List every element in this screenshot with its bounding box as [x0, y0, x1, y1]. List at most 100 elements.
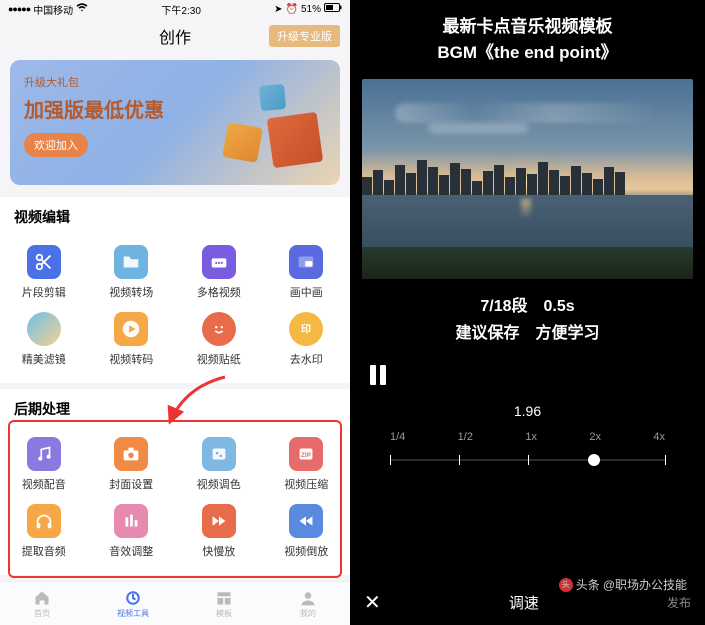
grid-item-ff[interactable]: 快慢放: [175, 498, 263, 565]
zip-icon: ZIP: [289, 437, 323, 471]
carrier: 中国移动: [33, 2, 73, 17]
grid-item-camera[interactable]: 封面设置: [88, 431, 176, 498]
ff-icon: [202, 504, 236, 538]
signal-icon: ●●●●●: [8, 4, 30, 14]
item-label: 画中画: [290, 284, 323, 300]
avatar-icon: 头: [559, 578, 573, 592]
grid-item-palette[interactable]: 视频调色: [175, 431, 263, 498]
folder-icon: [114, 245, 148, 279]
header: 创作 升级专业版: [0, 18, 350, 54]
publish-button[interactable]: 发布: [667, 594, 691, 611]
item-label: 音效调整: [109, 543, 153, 559]
alarm-icon: ⏰: [286, 4, 298, 15]
battery-text: 51%: [301, 4, 321, 15]
speed-ticks: 1/4 1/2 1x 2x 4x: [370, 431, 685, 443]
grid-item-play[interactable]: 视频转码: [88, 306, 176, 373]
tick-label: 1x: [525, 431, 537, 443]
gift-illustration: [220, 85, 320, 165]
item-label: 精美滤镜: [22, 351, 66, 367]
palette-icon: [202, 437, 236, 471]
item-label: 视频转场: [109, 284, 153, 300]
grid-item-folder[interactable]: 视频转场: [88, 239, 176, 306]
video-preview[interactable]: [362, 79, 693, 279]
location-icon: ➤: [274, 4, 282, 15]
tick-label: 2x: [589, 431, 601, 443]
speed-value: 1.96: [370, 403, 685, 419]
home-icon: [33, 589, 51, 607]
print-icon: 印: [289, 312, 323, 346]
grid-item-headphone[interactable]: 提取音频: [0, 498, 88, 565]
item-label: 视频转码: [109, 351, 153, 367]
item-label: 视频倒放: [284, 543, 328, 559]
grid-item-music[interactable]: 视频配音: [0, 431, 88, 498]
rewind-icon: [289, 504, 323, 538]
tab-tpl[interactable]: 模板: [215, 589, 233, 619]
eq-icon: [114, 504, 148, 538]
item-label: 去水印: [290, 351, 323, 367]
grid-item-rewind[interactable]: 视频倒放: [263, 498, 351, 565]
segment-info: 7/18段 0.5s 建议保存 方便学习: [350, 293, 705, 347]
upgrade-button[interactable]: 升级专业版: [269, 25, 340, 47]
svg-text:印: 印: [301, 324, 311, 336]
promo-join-button[interactable]: 欢迎加入: [24, 133, 88, 157]
item-label: 封面设置: [109, 476, 153, 492]
grid-item-smile[interactable]: 视频贴纸: [175, 306, 263, 373]
smile-icon: [202, 312, 236, 346]
wifi-icon: [76, 3, 88, 15]
speed-label: 调速: [509, 592, 539, 613]
item-label: 提取音频: [22, 543, 66, 559]
dots-icon: [202, 245, 236, 279]
item-label: 片段剪辑: [22, 284, 66, 300]
play-icon: [114, 312, 148, 346]
camera-icon: [114, 437, 148, 471]
pip-icon: [289, 245, 323, 279]
item-label: 视频压缩: [284, 476, 328, 492]
item-label: 视频配音: [22, 476, 66, 492]
right-panel: 最新卡点音乐视频模板 BGM《the end point》 7/18段 0.5s…: [350, 0, 705, 625]
page-title: 创作: [159, 24, 191, 48]
status-bar: ●●●●● 中国移动 下午2:30 ➤ ⏰ 51%: [0, 0, 350, 18]
tab-bar: 首页 视频工具 模板 我的: [0, 581, 350, 625]
item-label: 视频调色: [197, 476, 241, 492]
grid-item-print[interactable]: 印去水印: [263, 306, 351, 373]
tick-label: 1/2: [458, 431, 473, 443]
item-label: 视频贴纸: [197, 351, 241, 367]
me-icon: [299, 589, 317, 607]
section-title-edit: 视频编辑: [0, 197, 350, 235]
template-title: 最新卡点音乐视频模板 BGM《the end point》: [350, 0, 705, 69]
grid-item-eq[interactable]: 音效调整: [88, 498, 176, 565]
tab-tool[interactable]: 视频工具: [117, 589, 149, 619]
edit-grid: 片段剪辑 视频转场 多格视频 画中画精美滤镜 视频转码 视频贴纸 印去水印: [0, 235, 350, 383]
section-title-post: 后期处理: [0, 389, 350, 427]
byline: 头 头条 @职场办公技能: [559, 576, 687, 593]
tick-label: 4x: [653, 431, 665, 443]
grid-item-zip[interactable]: ZIP 视频压缩: [263, 431, 351, 498]
title-line2: BGM《the end point》: [350, 40, 705, 66]
grid-item-scissors[interactable]: 片段剪辑: [0, 239, 88, 306]
circle-icon: [27, 312, 61, 346]
scissors-icon: [27, 245, 61, 279]
left-panel: ●●●●● 中国移动 下午2:30 ➤ ⏰ 51% 创作 升级专业版 升级大礼包…: [0, 0, 350, 625]
tool-icon: [124, 589, 142, 607]
tick-label: 1/4: [390, 431, 405, 443]
post-grid: 视频配音 封面设置 视频调色 ZIP 视频压缩提取音频 音效调整 快慢放 视频倒放: [0, 427, 350, 575]
music-icon: [27, 437, 61, 471]
grid-item-circle[interactable]: 精美滤镜: [0, 306, 88, 373]
tab-me[interactable]: 我的: [299, 589, 317, 619]
speed-slider[interactable]: [390, 451, 665, 469]
clock: 下午2:30: [161, 2, 200, 17]
item-label: 多格视频: [197, 284, 241, 300]
close-button[interactable]: ✕: [364, 590, 381, 615]
title-line1: 最新卡点音乐视频模板: [350, 14, 705, 40]
tab-home[interactable]: 首页: [33, 589, 51, 619]
segment-count: 7/18段 0.5s: [350, 293, 705, 320]
promo-banner[interactable]: 升级大礼包 加强版最低优惠 欢迎加入: [10, 60, 340, 185]
grid-item-pip[interactable]: 画中画: [263, 239, 351, 306]
item-label: 快慢放: [202, 543, 235, 559]
save-hint: 建议保存 方便学习: [350, 320, 705, 347]
tpl-icon: [215, 589, 233, 607]
pause-button[interactable]: [370, 365, 388, 385]
svg-text:ZIP: ZIP: [301, 452, 312, 459]
battery-icon: [324, 3, 342, 15]
grid-item-dots[interactable]: 多格视频: [175, 239, 263, 306]
